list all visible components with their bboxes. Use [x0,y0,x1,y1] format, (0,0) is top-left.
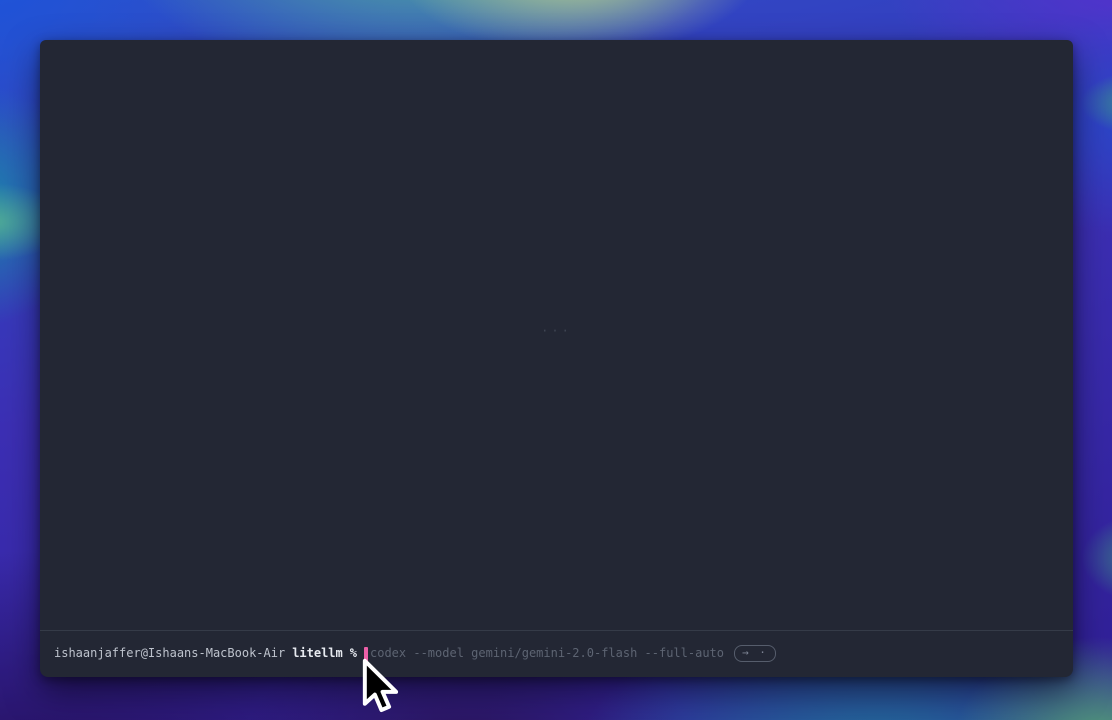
accept-suggestion-key-hint: → · [734,645,776,662]
terminal-center-ellipsis: ··· [541,324,572,338]
text-cursor [364,647,368,662]
terminal-output-area[interactable]: ··· [40,40,1073,630]
prompt-user-host: ishaanjaffer@Ishaans-MacBook-Air [54,644,285,662]
terminal-prompt-line[interactable]: ishaanjaffer@Ishaans-MacBook-Air litellm%… [40,630,1073,677]
prompt-symbol: % [350,644,357,662]
prompt-directory: litellm [292,644,343,662]
autosuggestion-text: codex --model gemini/gemini-2.0-flash --… [370,644,724,662]
terminal-window[interactable]: ··· ishaanjaffer@Ishaans-MacBook-Air lite… [40,40,1073,677]
